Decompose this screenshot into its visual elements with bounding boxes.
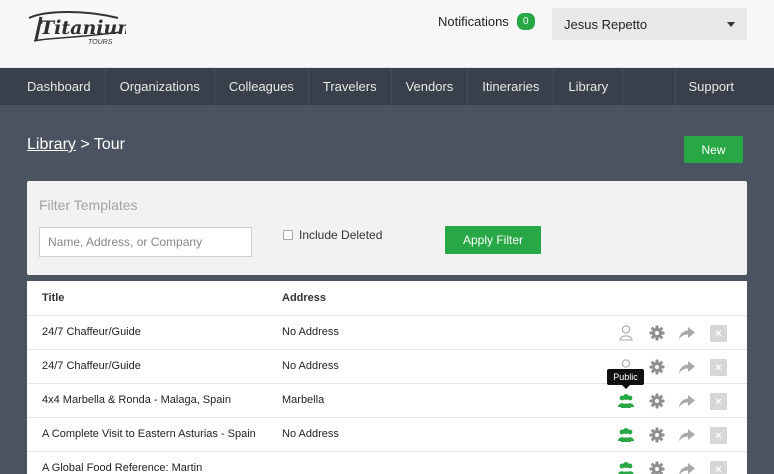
breadcrumb: Library > Tour bbox=[27, 136, 125, 154]
row-title[interactable]: 24/7 Chaffeur/Guide bbox=[42, 326, 141, 338]
delete-icon[interactable]: × bbox=[710, 325, 727, 342]
delete-icon[interactable]: × bbox=[710, 359, 727, 376]
gear-icon[interactable] bbox=[648, 358, 666, 376]
logo-image: Titanium TOURS bbox=[28, 11, 137, 46]
public-users-icon[interactable] bbox=[617, 460, 635, 474]
nav-item-library[interactable]: Library bbox=[554, 68, 624, 105]
nav-item-dashboard[interactable]: Dashboard bbox=[0, 68, 106, 105]
include-deleted-checkbox[interactable] bbox=[283, 230, 293, 240]
public-tooltip: Public bbox=[607, 369, 644, 389]
notifications-count-badge: 0 bbox=[516, 13, 535, 30]
main-nav: Dashboard Organizations Colleagues Trave… bbox=[0, 68, 774, 105]
user-menu-dropdown[interactable]: Jesus Repetto bbox=[552, 8, 747, 40]
breadcrumb-current: Tour bbox=[93, 136, 125, 153]
row-title[interactable]: A Global Food Reference: Martin bbox=[42, 462, 202, 474]
public-users-icon[interactable] bbox=[617, 392, 635, 410]
row-address: No Address bbox=[282, 326, 339, 338]
nav-item-vendors[interactable]: Vendors bbox=[392, 68, 469, 105]
column-header-title: Title bbox=[42, 292, 65, 304]
private-user-icon[interactable] bbox=[617, 324, 635, 342]
filter-title: Filter Templates bbox=[39, 197, 138, 213]
share-arrow-icon[interactable] bbox=[678, 392, 696, 410]
caret-down-icon bbox=[727, 21, 735, 27]
search-input[interactable]: Name, Address, or Company bbox=[39, 227, 252, 257]
row-title[interactable]: A Complete Visit to Eastern Asturias - S… bbox=[42, 428, 256, 440]
gear-icon[interactable] bbox=[648, 324, 666, 342]
share-arrow-icon[interactable] bbox=[678, 460, 696, 474]
table-row[interactable]: 24/7 Chaffeur/Guide No Address × bbox=[27, 316, 747, 350]
column-header-address: Address bbox=[282, 292, 327, 304]
include-deleted-control[interactable]: Include Deleted bbox=[283, 228, 382, 242]
gear-icon[interactable] bbox=[648, 392, 666, 410]
apply-filter-button[interactable]: Apply Filter bbox=[445, 226, 541, 254]
share-arrow-icon[interactable] bbox=[678, 426, 696, 444]
delete-icon[interactable]: × bbox=[710, 393, 727, 410]
nav-item-organizations[interactable]: Organizations bbox=[106, 68, 215, 105]
public-users-icon[interactable] bbox=[617, 426, 635, 444]
notifications[interactable]: Notifications 0 bbox=[438, 13, 535, 30]
table-row[interactable]: A Global Food Reference: Martin × bbox=[27, 452, 747, 474]
table-row[interactable]: 4x4 Marbella & Ronda - Malaga, Spain Marb… bbox=[27, 384, 747, 418]
breadcrumb-separator: > bbox=[80, 136, 90, 153]
nav-item-travelers[interactable]: Travelers bbox=[309, 68, 392, 105]
row-address: No Address bbox=[282, 360, 339, 372]
nav-item-colleagues[interactable]: Colleagues bbox=[215, 68, 309, 105]
share-arrow-icon[interactable] bbox=[678, 358, 696, 376]
user-name: Jesus Repetto bbox=[564, 16, 648, 32]
row-address: Marbella bbox=[282, 394, 325, 406]
top-header: Titanium TOURS Notifications 0 Jesus Rep… bbox=[0, 0, 774, 68]
include-deleted-label: Include Deleted bbox=[299, 228, 383, 242]
notifications-label: Notifications bbox=[438, 14, 509, 29]
logo-subtext: TOURS bbox=[88, 39, 113, 46]
gear-icon[interactable] bbox=[648, 460, 666, 474]
table-row[interactable]: A Complete Visit to Eastern Asturias - S… bbox=[27, 418, 747, 452]
row-address: No Address bbox=[282, 428, 339, 440]
delete-icon[interactable]: × bbox=[710, 427, 727, 444]
breadcrumb-library-link[interactable]: Library bbox=[27, 136, 76, 153]
nav-item-support[interactable]: Support bbox=[675, 68, 774, 105]
share-arrow-icon[interactable] bbox=[678, 324, 696, 342]
new-button[interactable]: New bbox=[684, 136, 743, 163]
row-title[interactable]: 4x4 Marbella & Ronda - Malaga, Spain bbox=[42, 394, 231, 406]
gear-icon[interactable] bbox=[648, 426, 666, 444]
filter-panel: Filter Templates Name, Address, or Compa… bbox=[27, 181, 747, 275]
delete-icon[interactable]: × bbox=[710, 461, 727, 474]
titanium-tours-logo[interactable]: Titanium TOURS bbox=[26, 4, 137, 52]
table-header: Title Address bbox=[27, 281, 747, 316]
row-title[interactable]: 24/7 Chaffeur/Guide bbox=[42, 360, 141, 372]
nav-item-itineraries[interactable]: Itineraries bbox=[468, 68, 555, 105]
